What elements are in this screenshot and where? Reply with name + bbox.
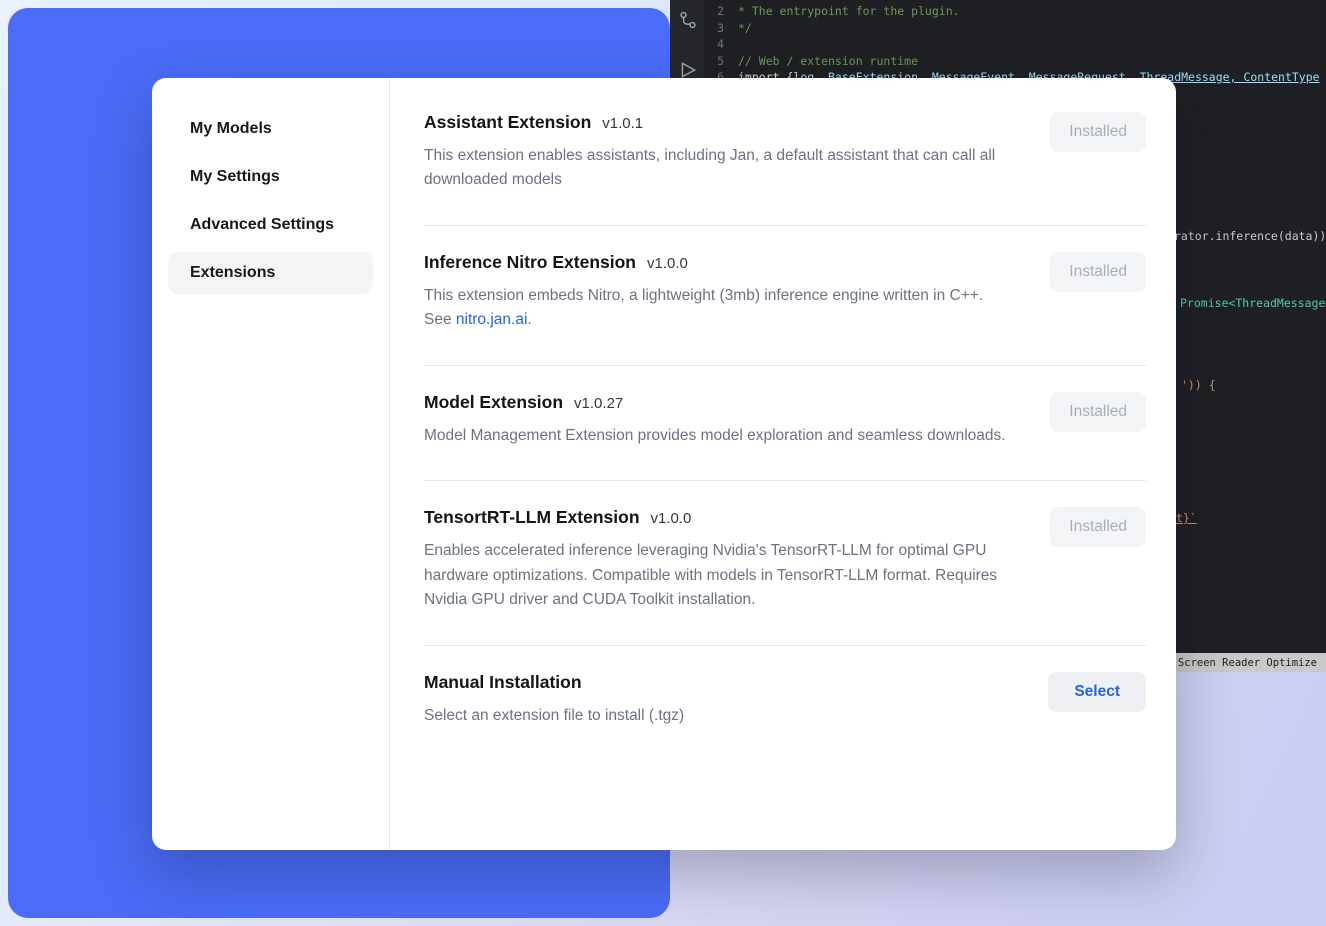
extension-name: Assistant Extension <box>424 112 591 133</box>
code-text: */ <box>738 20 752 37</box>
extension-version: v1.0.27 <box>574 395 623 412</box>
extension-version: v1.0.0 <box>647 255 688 272</box>
editor-code-area: 2 * The entrypoint for the plugin. 3 */ … <box>704 3 1326 86</box>
code-line: 4 <box>704 36 1326 53</box>
description-text: Model Management Extension provides mode… <box>424 427 1006 444</box>
run-icon[interactable] <box>678 60 698 80</box>
sidebar-item-extensions[interactable]: Extensions <box>168 252 373 294</box>
source-control-icon[interactable] <box>678 10 698 30</box>
code-line: 3 */ <box>704 20 1326 37</box>
extension-row-assistant: Assistant Extension v1.0.1 This extensio… <box>424 104 1146 226</box>
extension-description: Model Management Extension provides mode… <box>424 424 1006 448</box>
extension-version: v1.0.1 <box>602 115 643 132</box>
line-number: 2 <box>704 3 738 20</box>
code-text: * The entrypoint for the plugin. <box>738 3 960 20</box>
line-number: 4 <box>704 36 738 53</box>
code-fragment: rator.inference(data)); <box>1174 229 1326 243</box>
code-line: 2 * The entrypoint for the plugin. <box>704 3 1326 20</box>
line-number: 3 <box>704 20 738 37</box>
code-text: // Web / extension runtime <box>738 53 918 70</box>
description-text: This extension enables assistants, inclu… <box>424 147 995 188</box>
description-text: . <box>527 311 531 328</box>
installed-button[interactable]: Installed <box>1050 507 1146 547</box>
manual-installation-description: Select an extension file to install (.tg… <box>424 704 684 728</box>
code-fragment: Promise<ThreadMessage> <box>1180 296 1326 310</box>
extension-description: Enables accelerated inference leveraging… <box>424 539 1009 612</box>
extension-name: Inference Nitro Extension <box>424 252 636 273</box>
extension-description: This extension embeds Nitro, a lightweig… <box>424 284 1009 333</box>
extensions-panel: Assistant Extension v1.0.1 This extensio… <box>390 78 1176 850</box>
manual-installation-title: Manual Installation <box>424 672 582 693</box>
select-file-button[interactable]: Select <box>1048 672 1146 712</box>
line-number: 5 <box>704 53 738 70</box>
code-fragment: t}` <box>1176 511 1197 525</box>
extension-row-tensorrt-llm: TensortRT-LLM Extension v1.0.0 Enables a… <box>424 481 1146 645</box>
manual-installation-row: Manual Installation Select an extension … <box>424 646 1146 758</box>
extension-row-inference-nitro: Inference Nitro Extension v1.0.0 This ex… <box>424 226 1146 366</box>
extension-name: TensortRT-LLM Extension <box>424 507 640 528</box>
extension-name: Model Extension <box>424 392 563 413</box>
installed-button[interactable]: Installed <box>1050 112 1146 152</box>
installed-button[interactable]: Installed <box>1050 252 1146 292</box>
sidebar-item-my-models[interactable]: My Models <box>168 108 373 150</box>
settings-card: My Models My Settings Advanced Settings … <box>152 78 1176 850</box>
sidebar-item-my-settings[interactable]: My Settings <box>168 156 373 198</box>
screen-reader-status-button[interactable]: Screen Reader Optimize <box>1169 653 1326 672</box>
settings-sidebar: My Models My Settings Advanced Settings … <box>152 78 390 850</box>
code-line: 5 // Web / extension runtime <box>704 53 1326 70</box>
nitro-jan-ai-link[interactable]: nitro.jan.ai <box>456 311 528 328</box>
extension-row-model: Model Extension v1.0.27 Model Management… <box>424 366 1146 481</box>
extension-version: v1.0.0 <box>651 510 692 527</box>
sidebar-item-advanced-settings[interactable]: Advanced Settings <box>168 204 373 246</box>
code-fragment: ')) { <box>1181 378 1216 392</box>
installed-button[interactable]: Installed <box>1050 392 1146 432</box>
description-text: Enables accelerated inference leveraging… <box>424 542 997 608</box>
extension-description: This extension enables assistants, inclu… <box>424 144 1009 193</box>
